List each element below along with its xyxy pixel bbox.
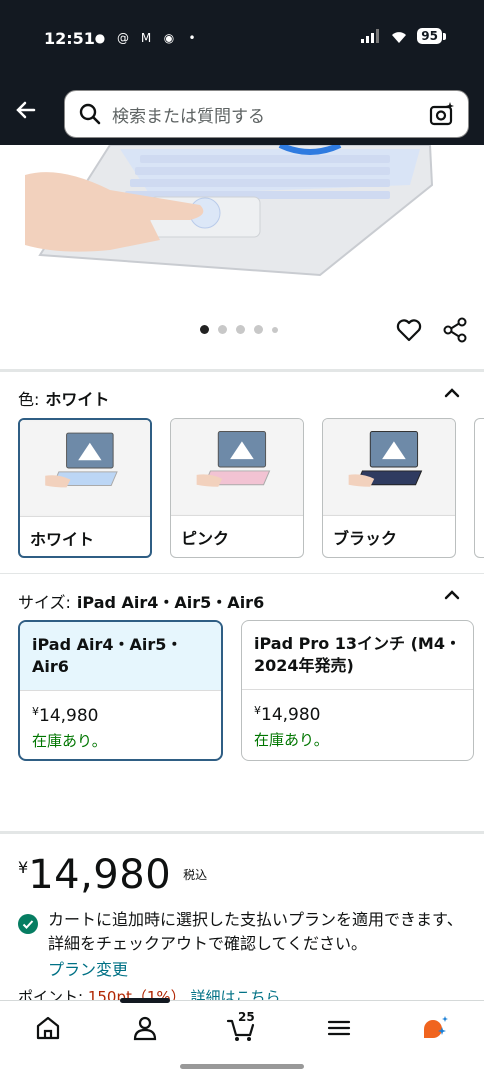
price-amount: 14,980 xyxy=(28,852,172,898)
size-option-price-value: 14,980 xyxy=(261,705,321,725)
more-dot-icon: • xyxy=(188,31,196,45)
search-icon xyxy=(79,103,101,125)
swatch-divider xyxy=(20,516,150,517)
account-icon[interactable] xyxy=(130,1013,160,1043)
size-option-price: ¥14,980 xyxy=(254,704,320,725)
pagination-dot[interactable] xyxy=(218,325,227,334)
swatch-divider xyxy=(171,515,303,516)
bottom-nav xyxy=(0,1000,484,1056)
status-time: 12:51 xyxy=(44,29,95,48)
active-tab-indicator xyxy=(120,998,170,1003)
plan-description: カートに追加時に選択した支払いプランを適用できます、詳細をチェックアウトで確認し… xyxy=(48,910,463,953)
color-swatch-name: ブラック xyxy=(333,529,398,548)
change-plan-link[interactable]: プラン変更 xyxy=(48,956,128,980)
heart-icon[interactable] xyxy=(395,316,423,344)
line-icon: ◉ xyxy=(163,31,175,45)
pagination-dot[interactable] xyxy=(254,325,263,334)
threads-icon: @ xyxy=(117,31,129,45)
image-pagination[interactable] xyxy=(200,325,278,334)
yen-symbol: ¥ xyxy=(254,704,261,717)
size-option-price: ¥14,980 xyxy=(32,705,98,726)
swatch-image xyxy=(171,419,303,515)
size-card-divider xyxy=(20,690,221,691)
size-option-stock: 在庫あり。 xyxy=(254,731,329,749)
color-swatch-pink[interactable]: ピンク xyxy=(170,418,304,558)
product-page: 12:51 ● @ M ◉ • 95 検索または質問する 色: ホワイト ホワイ… xyxy=(0,0,484,1080)
rufus-assistant-icon[interactable] xyxy=(420,1013,450,1043)
search-input[interactable]: 検索または質問する xyxy=(64,90,469,138)
product-image[interactable] xyxy=(0,145,484,310)
color-swatch-name: ピンク xyxy=(181,529,230,548)
keyboard-illustration xyxy=(25,145,434,277)
camera-search-icon[interactable] xyxy=(428,100,456,128)
size-selected-value: iPad Air4・Air5・Air6 xyxy=(76,593,265,612)
notification-icons: ● @ M ◉ • xyxy=(92,30,200,46)
size-option-stock: 在庫あり。 xyxy=(32,732,107,750)
home-indicator xyxy=(180,1064,304,1069)
size-card-divider xyxy=(242,689,473,690)
size-option-title: iPad Pro 13インチ (M4・2024年発売) xyxy=(254,634,461,675)
check-circle-icon xyxy=(18,914,38,934)
color-selected-value: ホワイト xyxy=(45,390,110,409)
back-arrow-icon[interactable] xyxy=(10,94,42,126)
color-label-text: 色: xyxy=(18,390,40,409)
gmail-icon: M xyxy=(140,31,152,45)
points-details-link[interactable]: 詳細はこちら xyxy=(190,988,280,1000)
search-header: 検索または質問する xyxy=(0,82,484,145)
color-swatch-white[interactable]: ホワイト xyxy=(18,418,152,558)
pagination-dot[interactable] xyxy=(236,325,245,334)
yen-symbol: ¥ xyxy=(32,705,39,718)
color-swatch-black[interactable]: ブラック xyxy=(322,418,456,558)
signal-icon xyxy=(361,29,380,43)
price-tax-label: 税込 xyxy=(183,868,208,882)
status-bar: 12:51 ● @ M ◉ • 95 xyxy=(0,0,484,82)
color-label: 色: ホワイト xyxy=(18,386,109,410)
swatch-image xyxy=(323,419,455,515)
size-option-price-value: 14,980 xyxy=(39,706,99,726)
size-label-text: サイズ: xyxy=(18,593,71,612)
color-swatch-name: ホワイト xyxy=(30,530,95,549)
search-placeholder: 検索または質問する xyxy=(112,106,265,127)
battery-icon: 95 xyxy=(417,28,446,44)
pagination-dot[interactable] xyxy=(200,325,209,334)
size-option-pro13[interactable]: iPad Pro 13インチ (M4・2024年発売) ¥14,980 在庫あり… xyxy=(241,620,474,761)
menu-icon[interactable] xyxy=(324,1013,354,1043)
wifi-icon xyxy=(392,31,407,43)
swatch-divider xyxy=(323,515,455,516)
pagination-dot[interactable] xyxy=(272,326,278,333)
product-price: ¥ 14,980 税込 xyxy=(18,852,207,898)
collapse-size-icon[interactable] xyxy=(442,585,462,605)
home-icon[interactable] xyxy=(33,1013,63,1043)
price-currency: ¥ xyxy=(18,858,29,877)
size-option-air[interactable]: iPad Air4・Air5・Air6 ¥14,980 在庫あり。 xyxy=(18,620,223,761)
color-swatch-partial[interactable] xyxy=(474,418,484,558)
size-option-title: iPad Air4・Air5・Air6 xyxy=(20,622,221,690)
section-divider xyxy=(0,831,484,834)
cart-count-badge: 25 xyxy=(238,1010,255,1024)
system-icons: 95 xyxy=(361,28,446,44)
points-label: ポイント: xyxy=(18,988,84,1000)
section-divider xyxy=(0,573,484,574)
size-label: サイズ: iPad Air4・Air5・Air6 xyxy=(18,589,264,613)
section-divider xyxy=(0,369,484,372)
collapse-color-icon[interactable] xyxy=(442,383,462,403)
chat-bubble-icon: ● xyxy=(94,31,106,45)
swatch-image xyxy=(20,420,150,516)
share-icon[interactable] xyxy=(441,316,469,344)
